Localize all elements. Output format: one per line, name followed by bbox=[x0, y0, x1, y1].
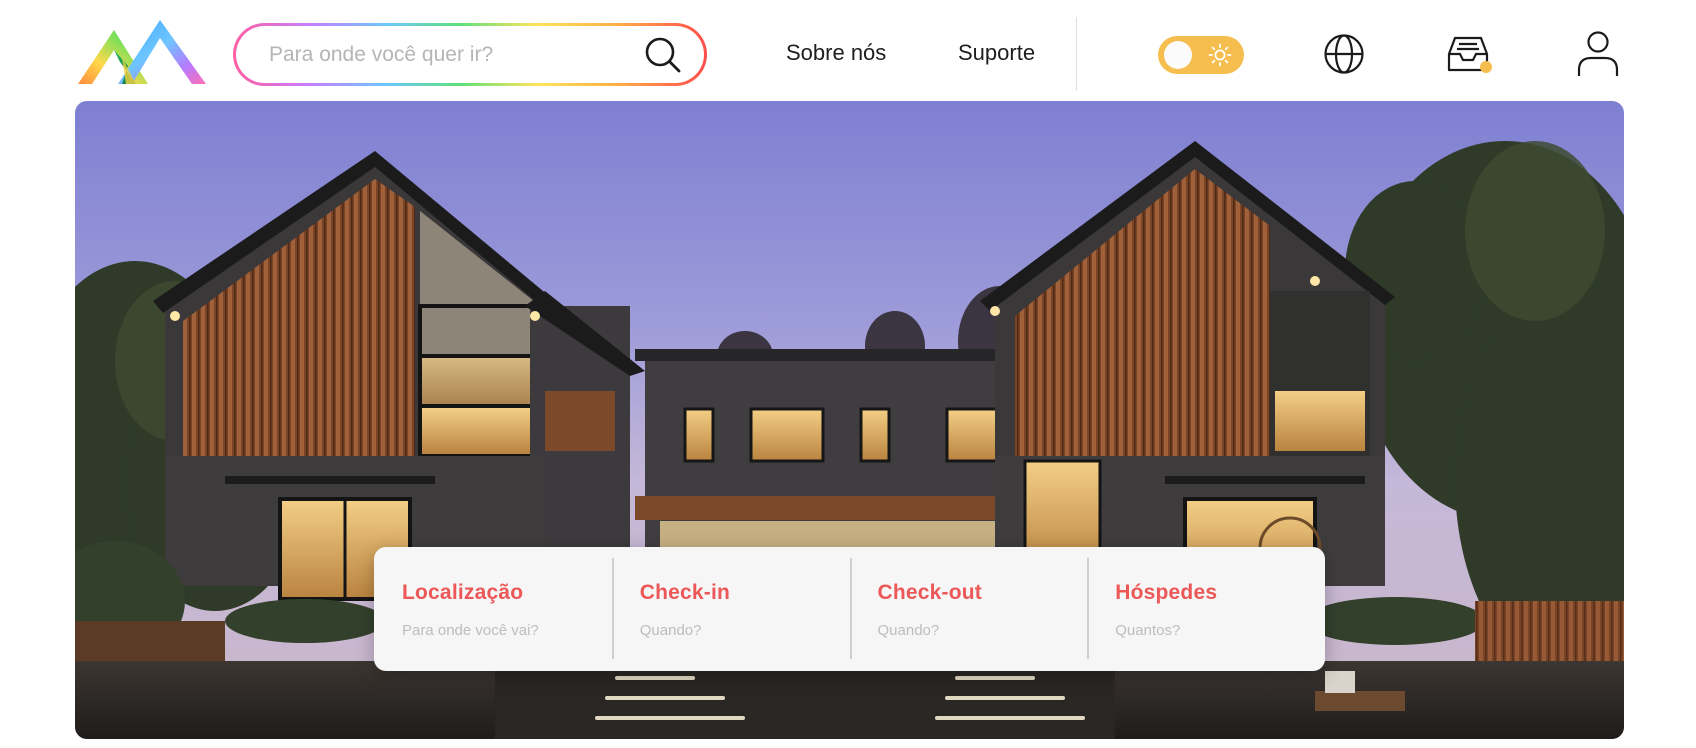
inbox-button[interactable] bbox=[1446, 32, 1492, 76]
booking-field-label: Check-in bbox=[639, 581, 731, 604]
booking-field-checkin[interactable]: Check-in Quando? bbox=[611, 547, 850, 671]
booking-field-label: Localização bbox=[402, 581, 524, 604]
toggle-knob bbox=[1164, 41, 1192, 69]
booking-field-label: Hóspedes bbox=[1115, 581, 1218, 604]
booking-field-hint: Quando? bbox=[639, 622, 702, 639]
globe-icon[interactable] bbox=[1322, 32, 1366, 76]
search-icon[interactable] bbox=[644, 36, 682, 74]
booking-field-label: Check-out bbox=[877, 581, 982, 604]
notification-dot bbox=[1480, 61, 1492, 73]
booking-search-bar: Localização Para onde você vai? Check-in… bbox=[374, 547, 1325, 671]
top-navbar: Sobre nós Suporte bbox=[0, 0, 1696, 100]
booking-field-location[interactable]: Localização Para onde você vai? bbox=[374, 547, 612, 671]
user-icon[interactable] bbox=[1576, 30, 1620, 78]
booking-field-hint: Quando? bbox=[877, 622, 940, 639]
booking-field-hint: Quantos? bbox=[1115, 622, 1181, 639]
sun-icon bbox=[1208, 43, 1232, 67]
search-input[interactable] bbox=[269, 42, 644, 67]
nav-link-about[interactable]: Sobre nós bbox=[786, 40, 886, 66]
search-bar bbox=[233, 23, 707, 86]
booking-field-hint: Para onde você vai? bbox=[402, 622, 539, 639]
header-divider bbox=[1076, 17, 1077, 91]
theme-toggle[interactable] bbox=[1158, 36, 1244, 74]
logo[interactable] bbox=[78, 20, 206, 86]
search-bar-inner bbox=[236, 26, 704, 83]
nav-link-support[interactable]: Suporte bbox=[958, 40, 1035, 66]
booking-field-checkout[interactable]: Check-out Quando? bbox=[849, 547, 1088, 671]
booking-field-guests[interactable]: Hóspedes Quantos? bbox=[1087, 547, 1325, 671]
